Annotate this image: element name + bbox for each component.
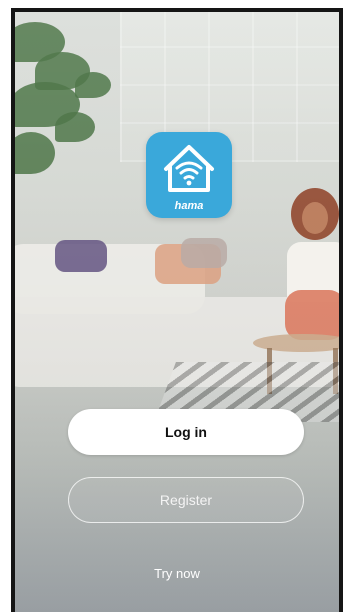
wifi-home-icon bbox=[164, 145, 214, 192]
login-button[interactable]: Log in bbox=[68, 409, 304, 455]
register-button[interactable]: Register bbox=[68, 477, 304, 523]
try-now-link[interactable]: Try now bbox=[15, 566, 339, 581]
phone-screen: hama Log in Register Try now bbox=[11, 8, 343, 612]
register-button-label: Register bbox=[159, 492, 213, 508]
brand-name: hama bbox=[174, 200, 204, 212]
login-button-label: Log in bbox=[165, 424, 207, 440]
app-logo: hama bbox=[146, 132, 232, 218]
